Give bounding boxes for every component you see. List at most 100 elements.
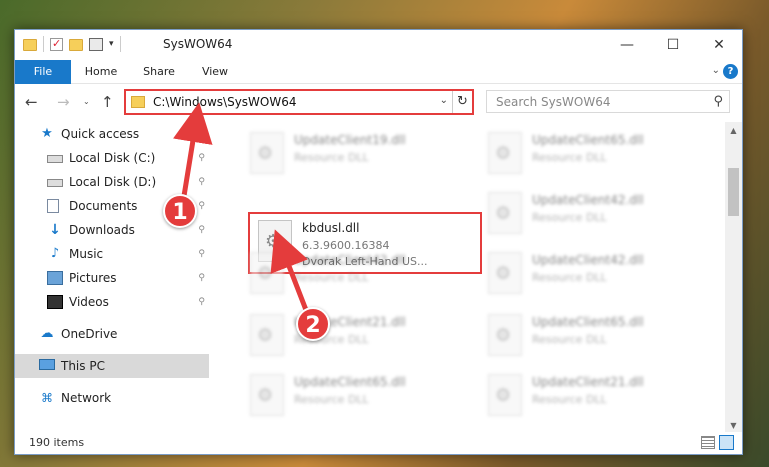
item-count: 190 items xyxy=(29,436,85,449)
file-tile[interactable]: UpdateClient42.dll Resource DLL xyxy=(480,186,710,244)
pin-icon: ⚲ xyxy=(198,249,205,259)
pin-icon: ⚲ xyxy=(198,225,205,235)
sidebar-item-label: Local Disk (D:) xyxy=(69,175,157,189)
pin-icon: ⚲ xyxy=(198,177,205,187)
file-tile[interactable]: UpdateClient21.dllResource DLL xyxy=(480,368,710,426)
ribbon-tabs: File Home Share View ⌄ ? xyxy=(15,60,742,84)
expand-ribbon-chevron-icon[interactable]: ⌄ xyxy=(712,65,720,76)
details-view-icon[interactable] xyxy=(701,436,715,449)
pin-icon: ⚲ xyxy=(198,273,205,283)
sidebar-item-label: Pictures xyxy=(69,271,117,285)
onedrive-icon: ☁ xyxy=(40,326,54,341)
sidebar-item-network[interactable]: ⌘ Network xyxy=(15,386,209,410)
sidebar-item-label: Downloads xyxy=(69,223,135,237)
navigation-bar: ← → ⌄ ↑ C:\Windows\SysWOW64 ⌄ ↻ Search S… xyxy=(15,84,742,120)
sidebar-item-label: OneDrive xyxy=(61,327,118,341)
sidebar-item-local-disk-d[interactable]: Local Disk (D:) ⚲ xyxy=(15,170,209,194)
dll-file-icon xyxy=(488,132,522,174)
file-name: UpdateClient19.dll xyxy=(294,133,406,147)
search-icon[interactable]: ⚲ xyxy=(713,94,723,109)
address-path[interactable]: C:\Windows\SysWOW64 xyxy=(153,95,297,109)
maximize-button[interactable]: ☐ xyxy=(650,30,696,60)
back-arrow-icon[interactable]: ← xyxy=(25,93,38,111)
pin-icon: ⚲ xyxy=(198,297,205,307)
customize-toolbar-chevron-icon[interactable]: ▾ xyxy=(109,39,114,49)
address-bar[interactable]: C:\Windows\SysWOW64 ⌄ ↻ xyxy=(124,89,474,115)
sidebar-item-label: Quick access xyxy=(61,127,140,141)
minimize-button[interactable]: — xyxy=(604,30,650,60)
folder-icon[interactable] xyxy=(23,39,37,51)
file-tile[interactable]: UpdateClient65.dll Resource DLL xyxy=(480,308,710,366)
disk-icon xyxy=(47,179,63,187)
forward-arrow-icon[interactable]: → xyxy=(57,93,70,111)
toolbar-divider xyxy=(119,36,121,52)
sidebar-item-label: Videos xyxy=(69,295,109,309)
file-tile[interactable]: UpdateClient65.dll Resource DLL xyxy=(480,126,710,184)
sidebar-item-label: This PC xyxy=(61,359,105,373)
sidebar-item-label: Music xyxy=(69,247,104,261)
callout-step-2: 2 xyxy=(296,307,330,341)
videos-icon xyxy=(47,295,63,309)
dll-file-icon xyxy=(250,132,284,174)
star-icon: ★ xyxy=(41,126,53,141)
recent-locations-chevron-icon[interactable]: ⌄ xyxy=(83,97,90,106)
search-input[interactable]: Search SysWOW64 ⚲ xyxy=(486,90,730,113)
file-type: Resource DLL xyxy=(294,271,369,284)
sidebar-item-music[interactable]: ♪ Music ⚲ xyxy=(15,242,209,266)
music-icon: ♪ xyxy=(50,246,60,261)
tiles-view-icon[interactable] xyxy=(719,435,734,450)
toolbar-divider xyxy=(43,36,44,52)
properties-icon[interactable] xyxy=(89,37,103,51)
scrollbar-thumb[interactable] xyxy=(728,168,739,216)
sidebar-item-quick-access[interactable]: ★ Quick access xyxy=(15,122,209,146)
file-list: UpdateClient19.dll Resource DLL kbdusl.dll… xyxy=(212,122,726,434)
file-tile[interactable]: UpdateClient19.dll Resource DLL xyxy=(242,126,472,184)
documents-icon xyxy=(47,199,59,213)
status-bar: 190 items xyxy=(15,432,742,454)
file-type: Resource DLL xyxy=(532,211,607,224)
file-name: UpdateClient42.dll xyxy=(532,253,644,267)
sidebar-item-pictures[interactable]: Pictures ⚲ xyxy=(15,266,209,290)
vertical-scrollbar[interactable]: ▲ ▼ xyxy=(725,122,742,434)
file-name: UpdateClient65.dll xyxy=(294,375,406,389)
close-button[interactable]: ✕ xyxy=(696,30,742,60)
tab-share[interactable]: Share xyxy=(141,60,177,84)
file-name: UpdateClient42.dll xyxy=(532,193,644,207)
file-tile[interactable]: UpdateClient42.dll Resource DLL xyxy=(480,246,710,304)
file-type: Resource DLL xyxy=(294,151,369,164)
file-name: kbdusl.dll xyxy=(302,221,360,235)
file-tile[interactable]: UpdateClient42.dll Resource DLL xyxy=(242,246,472,304)
file-tile[interactable]: UpdateClient21.dllResource DLL xyxy=(242,308,472,366)
tab-view[interactable]: View xyxy=(199,60,231,84)
this-pc-icon xyxy=(39,359,55,370)
file-type: Resource DLL xyxy=(294,393,369,406)
tab-file[interactable]: File xyxy=(15,60,71,84)
dll-file-icon xyxy=(250,374,284,416)
explorer-window: ▾ SysWOW64 — ☐ ✕ File Home Share View ⌄ … xyxy=(14,29,743,455)
sidebar-item-onedrive[interactable]: ☁ OneDrive xyxy=(15,322,209,346)
title-bar: ▾ SysWOW64 — ☐ ✕ xyxy=(15,30,742,60)
sidebar-item-local-disk-c[interactable]: Local Disk (C:) ⚲ xyxy=(15,146,209,170)
scroll-up-chevron-icon[interactable]: ▲ xyxy=(725,122,742,139)
new-folder-icon[interactable] xyxy=(69,39,83,51)
sidebar-item-videos[interactable]: Videos ⚲ xyxy=(15,290,209,314)
tab-home[interactable]: Home xyxy=(83,60,119,84)
file-tile[interactable]: UpdateClient65.dll Resource DLL xyxy=(242,368,472,426)
file-type: Resource DLL xyxy=(532,271,607,284)
dll-file-icon xyxy=(488,314,522,356)
address-dropdown-chevron-icon[interactable]: ⌄ xyxy=(440,95,448,106)
sidebar-item-label: Local Disk (C:) xyxy=(69,151,156,165)
file-name: UpdateClient65.dll xyxy=(532,315,644,329)
properties-check-icon[interactable] xyxy=(50,37,63,51)
quick-access-toolbar: ▾ xyxy=(23,36,121,52)
help-icon[interactable]: ? xyxy=(723,64,738,79)
pictures-icon xyxy=(47,271,63,285)
up-arrow-icon[interactable]: ↑ xyxy=(101,93,114,111)
dll-file-icon xyxy=(488,192,522,234)
refresh-button[interactable]: ↻ xyxy=(452,91,472,113)
sidebar-item-label: Documents xyxy=(69,199,138,213)
dll-file-icon xyxy=(250,252,284,294)
pin-icon: ⚲ xyxy=(198,201,205,211)
file-name: UpdateClient42.dll xyxy=(294,253,406,267)
sidebar-item-this-pc[interactable]: This PC xyxy=(15,354,209,378)
